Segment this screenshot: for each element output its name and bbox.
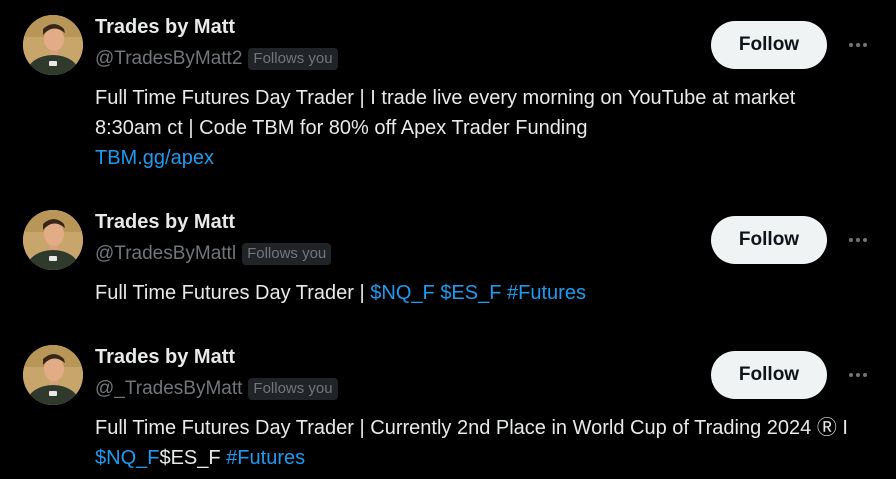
bio-text: $ES_F	[159, 447, 227, 469]
more-horizontal-icon[interactable]	[846, 228, 870, 252]
follow-button[interactable]: Follow	[711, 21, 827, 69]
avatar-image	[23, 15, 83, 75]
dot	[849, 373, 853, 377]
follow-button[interactable]: Follow	[711, 351, 827, 399]
bio-link[interactable]: TBM.gg/apex	[95, 147, 214, 169]
dot	[849, 43, 853, 47]
bio-text: Full Time Futures Day Trader | I trade l…	[95, 87, 796, 139]
follows-you-badge: Follows you	[242, 243, 332, 265]
dot	[849, 238, 853, 242]
avatar-image	[23, 345, 83, 405]
cashtag-link[interactable]: $NQ_F	[95, 447, 159, 469]
avatar-image	[23, 210, 83, 270]
hashtag-link[interactable]: #Futures	[226, 447, 305, 469]
handle-row: @TradesByMattl Follows you	[95, 241, 332, 267]
who-to-follow-list: Trades by Matt @TradesByMatt2 Follows yo…	[0, 0, 896, 479]
user-cell[interactable]: Trades by Matt @TradesByMattl Follows yo…	[0, 210, 896, 320]
dot	[863, 373, 867, 377]
display-name[interactable]: Trades by Matt	[95, 13, 235, 41]
user-handle[interactable]: @TradesByMattl	[95, 241, 236, 267]
bio-text: Full Time Futures Day Trader |	[95, 282, 371, 304]
follows-you-badge: Follows you	[248, 48, 338, 70]
more-horizontal-icon[interactable]	[846, 363, 870, 387]
user-cell[interactable]: Trades by Matt @TradesByMatt2 Follows yo…	[0, 15, 896, 185]
dot	[863, 238, 867, 242]
handle-row: @TradesByMatt2 Follows you	[95, 46, 338, 72]
display-name[interactable]: Trades by Matt	[95, 343, 235, 371]
user-bio: Full Time Futures Day Trader | Currently…	[95, 413, 865, 473]
hashtag-link[interactable]: #Futures	[507, 282, 586, 304]
cashtag-link[interactable]: $ES_F	[440, 282, 501, 304]
user-handle[interactable]: @_TradesByMatt	[95, 376, 242, 402]
follows-you-badge: Follows you	[248, 378, 338, 400]
avatar[interactable]	[23, 15, 83, 75]
user-bio: Full Time Futures Day Trader | $NQ_F $ES…	[95, 278, 865, 308]
avatar[interactable]	[23, 210, 83, 270]
dot	[863, 43, 867, 47]
dot	[856, 43, 860, 47]
user-cell[interactable]: Trades by Matt @_TradesByMatt Follows yo…	[0, 345, 896, 479]
handle-row: @_TradesByMatt Follows you	[95, 376, 338, 402]
cashtag-link[interactable]: $NQ_F	[370, 282, 434, 304]
dot	[856, 373, 860, 377]
avatar[interactable]	[23, 345, 83, 405]
follow-button[interactable]: Follow	[711, 216, 827, 264]
bio-text: Full Time Futures Day Trader | Currently…	[95, 417, 848, 439]
user-handle[interactable]: @TradesByMatt2	[95, 46, 242, 72]
more-horizontal-icon[interactable]	[846, 33, 870, 57]
dot	[856, 238, 860, 242]
user-bio: Full Time Futures Day Trader | I trade l…	[95, 83, 865, 173]
display-name[interactable]: Trades by Matt	[95, 208, 235, 236]
